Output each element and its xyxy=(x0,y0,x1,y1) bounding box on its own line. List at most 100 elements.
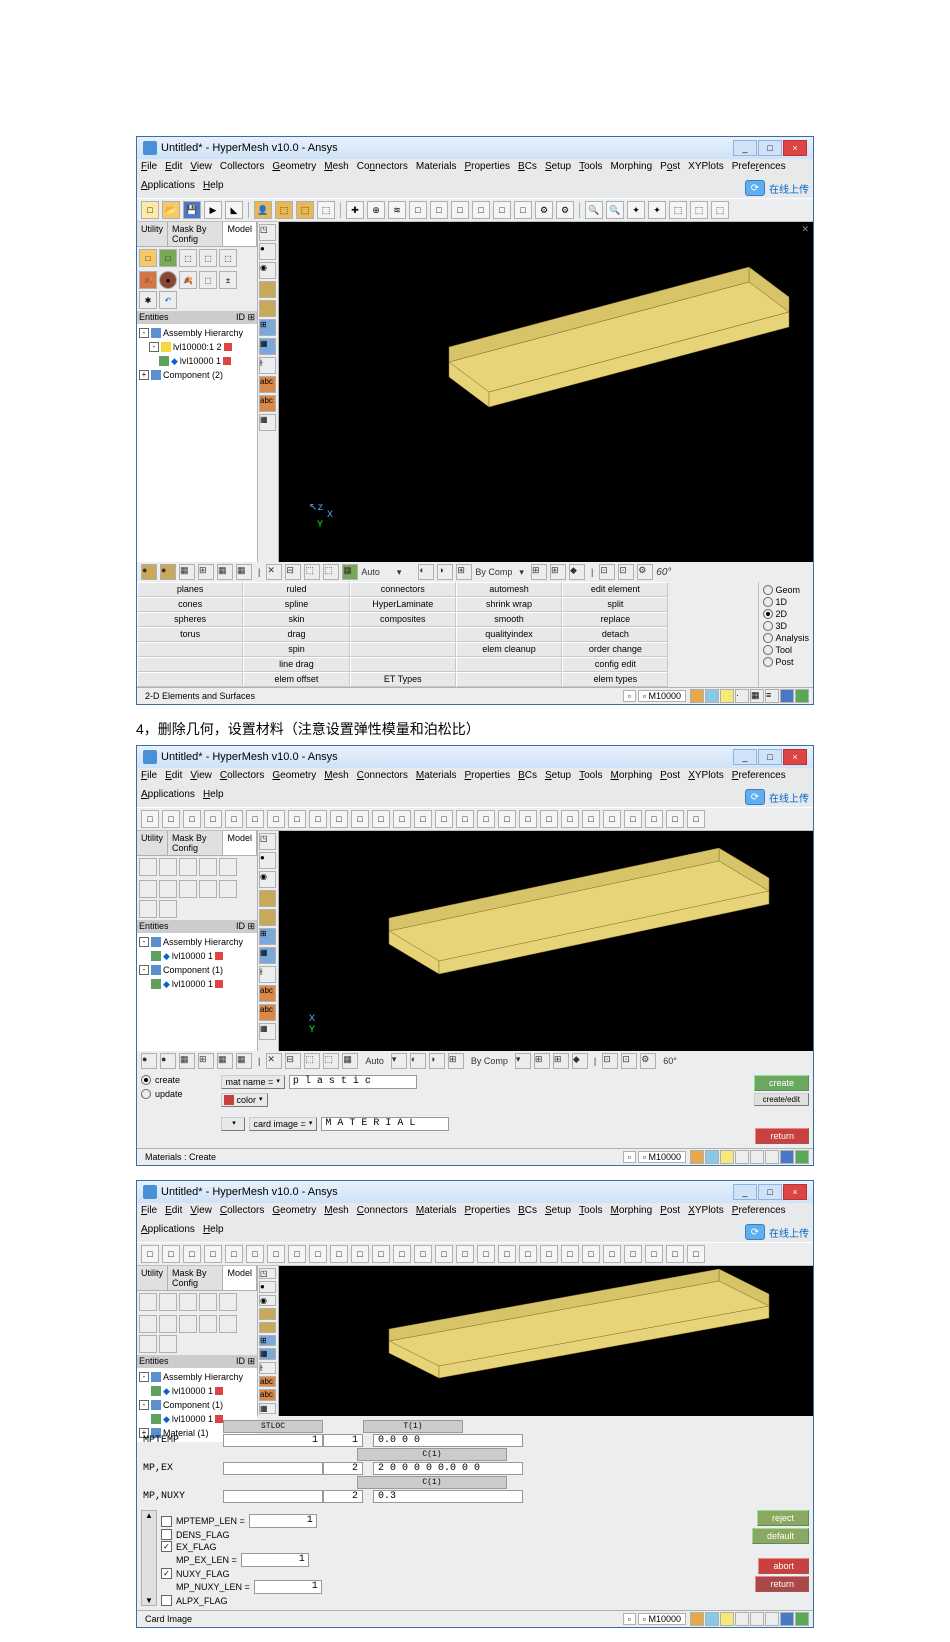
tree-node[interactable]: Component (1) xyxy=(163,963,223,977)
tool-icon[interactable]: ⬚ xyxy=(296,201,314,219)
tool-icon[interactable]: □ xyxy=(309,810,327,828)
grid-button[interactable]: elem types xyxy=(562,672,668,687)
menu-item[interactable]: Geometry xyxy=(272,770,316,781)
flag-row[interactable]: NUXY_FLAG xyxy=(161,1568,752,1579)
tool-icon[interactable]: ▦ xyxy=(259,1348,276,1359)
tool-icon[interactable]: ⚙ xyxy=(637,564,653,580)
tree-node[interactable]: Component (2) xyxy=(163,368,223,382)
close-button[interactable]: × xyxy=(783,140,807,156)
tool-icon[interactable]: abc xyxy=(259,1004,276,1021)
tool-icon[interactable]: ● xyxy=(159,271,177,289)
grid-button[interactable] xyxy=(350,657,456,672)
tool-icon[interactable]: ◆ xyxy=(572,1053,588,1069)
card-cell[interactable]: 2 xyxy=(323,1490,363,1503)
menu-item[interactable]: Help xyxy=(203,1224,224,1240)
tool-icon[interactable]: ▦ xyxy=(259,1403,276,1414)
flag-value[interactable]: 1 xyxy=(254,1580,322,1594)
menu-item[interactable]: Properties xyxy=(464,1205,510,1216)
minimize-button[interactable]: _ xyxy=(733,1184,757,1200)
grid-button[interactable]: spline xyxy=(243,597,349,612)
grid-button[interactable]: split xyxy=(562,597,668,612)
tool-icon[interactable]: By Comp xyxy=(471,1056,508,1066)
tool-icon[interactable]: ± xyxy=(219,271,237,289)
menu-item[interactable]: View xyxy=(190,161,212,172)
radio-3d[interactable]: 3D xyxy=(763,620,809,632)
menu-item[interactable]: View xyxy=(190,1205,212,1216)
upload-label[interactable]: 在线上传 xyxy=(769,1225,809,1240)
grid-button[interactable]: elem cleanup xyxy=(456,642,562,657)
tool-icon[interactable]: ⊞ xyxy=(198,1053,214,1069)
tool-icon[interactable]: ◑ xyxy=(437,564,453,580)
tool-icon[interactable]: □ xyxy=(540,810,558,828)
card-cell[interactable]: 2 xyxy=(323,1462,363,1475)
tool-icon[interactable]: □ xyxy=(162,1245,180,1263)
tool-icon[interactable] xyxy=(259,300,276,317)
flag-value[interactable]: 1 xyxy=(241,1553,309,1567)
menu-item[interactable]: Connectors xyxy=(357,161,408,172)
tool-icon[interactable] xyxy=(139,858,157,876)
tool-icon[interactable]: ▦ xyxy=(179,564,195,580)
tree-node[interactable]: Assembly Hierarchy xyxy=(163,935,243,949)
grid-button[interactable]: qualityindex xyxy=(456,627,562,642)
tool-icon[interactable]: □ xyxy=(372,810,390,828)
tool-icon[interactable]: ⊡ xyxy=(602,1053,618,1069)
menu-item[interactable]: File xyxy=(141,1205,157,1216)
flag-value[interactable]: 1 xyxy=(249,1514,317,1528)
tool-icon[interactable]: ▦ xyxy=(236,1053,252,1069)
tool-icon[interactable]: ⚙ xyxy=(556,201,574,219)
tool-icon[interactable]: ▾ xyxy=(391,1053,407,1069)
tab-utility[interactable]: Utility xyxy=(137,222,168,246)
radio-post[interactable]: Post xyxy=(763,656,809,668)
menu-item[interactable]: Setup xyxy=(545,1205,571,1216)
scrollbar[interactable]: ▲▼ xyxy=(141,1510,157,1606)
checkbox[interactable] xyxy=(161,1516,172,1527)
tool-icon[interactable] xyxy=(159,1335,177,1353)
tool-icon[interactable]: □ xyxy=(603,1245,621,1263)
tool-icon[interactable]: □ xyxy=(246,810,264,828)
tool-icon[interactable]: 🔍 xyxy=(606,201,624,219)
tool-icon[interactable]: ◐ xyxy=(418,564,434,580)
titlebar[interactable]: Untitled* - HyperMesh v10.0 - Ansys _□× xyxy=(137,746,813,768)
tool-icon[interactable]: abc xyxy=(259,395,276,412)
menu-item[interactable]: Properties xyxy=(464,161,510,172)
status-icon[interactable] xyxy=(780,689,794,703)
status-icon[interactable] xyxy=(705,1612,719,1626)
tool-icon[interactable]: □ xyxy=(139,249,157,267)
grid-button[interactable]: skin xyxy=(243,612,349,627)
grid-button[interactable] xyxy=(456,657,562,672)
grid-button[interactable]: config edit xyxy=(562,657,668,672)
menu-item[interactable]: Help xyxy=(203,180,224,196)
grid-button[interactable]: spin xyxy=(243,642,349,657)
delete-icon[interactable]: ✕ xyxy=(266,564,282,580)
menu-item[interactable]: Properties xyxy=(464,770,510,781)
status-icon[interactable] xyxy=(795,1150,809,1164)
tab-mask[interactable]: Mask By Config xyxy=(168,222,223,246)
upload-icon[interactable]: ⟳ xyxy=(745,789,765,805)
tool-icon[interactable]: □ xyxy=(456,1245,474,1263)
tool-icon[interactable]: ◳ xyxy=(259,224,276,241)
tool-icon[interactable]: □ xyxy=(430,201,448,219)
tool-icon[interactable]: □ xyxy=(141,810,159,828)
tool-icon[interactable]: ⬚ xyxy=(179,249,197,267)
tool-icon[interactable]: ⫲ xyxy=(259,357,276,374)
grid-button[interactable]: torus xyxy=(137,627,243,642)
grid-button[interactable]: composites xyxy=(350,612,456,627)
tool-icon[interactable]: □ xyxy=(498,810,516,828)
tool-icon[interactable]: ▦ xyxy=(217,564,233,580)
tool-icon[interactable]: 🔍 xyxy=(585,201,603,219)
maximize-button[interactable]: □ xyxy=(758,140,782,156)
tool-icon[interactable]: □ xyxy=(183,1245,201,1263)
tool-icon[interactable]: □ xyxy=(159,249,177,267)
tool-icon[interactable]: □ xyxy=(288,810,306,828)
tree-node[interactable]: Assembly Hierarchy xyxy=(163,326,243,340)
grid-button[interactable] xyxy=(456,672,562,687)
flag-row[interactable]: DENS_FLAG xyxy=(161,1529,752,1540)
checkbox[interactable] xyxy=(161,1595,172,1606)
tool-icon[interactable]: □ xyxy=(267,810,285,828)
tree-node[interactable]: lvl10000 1 xyxy=(180,354,221,368)
tool-icon[interactable]: □ xyxy=(519,1245,537,1263)
tool-icon[interactable]: 🍂 xyxy=(139,271,157,289)
tab-utility[interactable]: Utility xyxy=(137,1266,168,1290)
menu-item[interactable]: Edit xyxy=(165,1205,182,1216)
tool-icon[interactable] xyxy=(219,880,237,898)
